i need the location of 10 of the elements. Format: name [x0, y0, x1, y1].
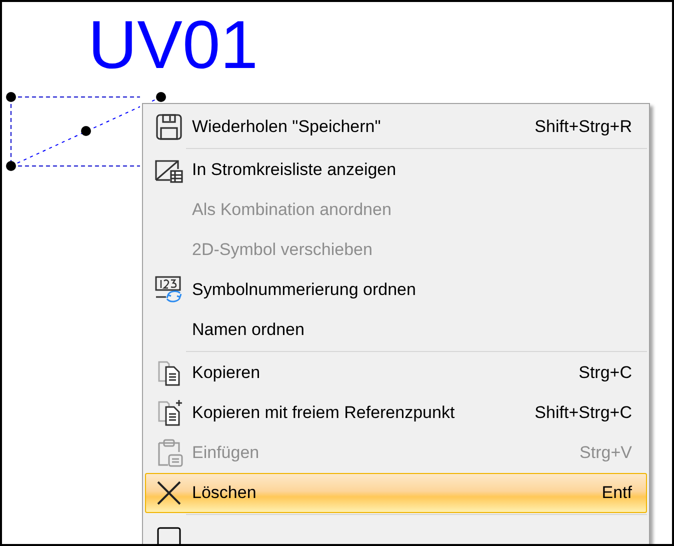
menu-item[interactable]: Symbolnummerierung ordnen — [145, 270, 647, 310]
menu-item[interactable]: Kopieren Strg+C — [145, 353, 647, 393]
symbol-label: UV01 — [88, 6, 258, 84]
menu-item[interactable]: In Stromkreisliste anzeigen — [145, 150, 647, 190]
close-icon — [155, 479, 183, 507]
menu-item[interactable]: Löschen Entf — [145, 473, 647, 513]
menu-item[interactable]: Kopieren mit freiem Referenzpunkt Shift+Strg+C — [145, 393, 647, 433]
menu-item[interactable]: Wiederholen "Speichern" Shift+Strg+R — [145, 107, 647, 147]
menu-item[interactable]: Namen ordnen — [145, 310, 647, 350]
numbering-icon — [154, 275, 184, 305]
